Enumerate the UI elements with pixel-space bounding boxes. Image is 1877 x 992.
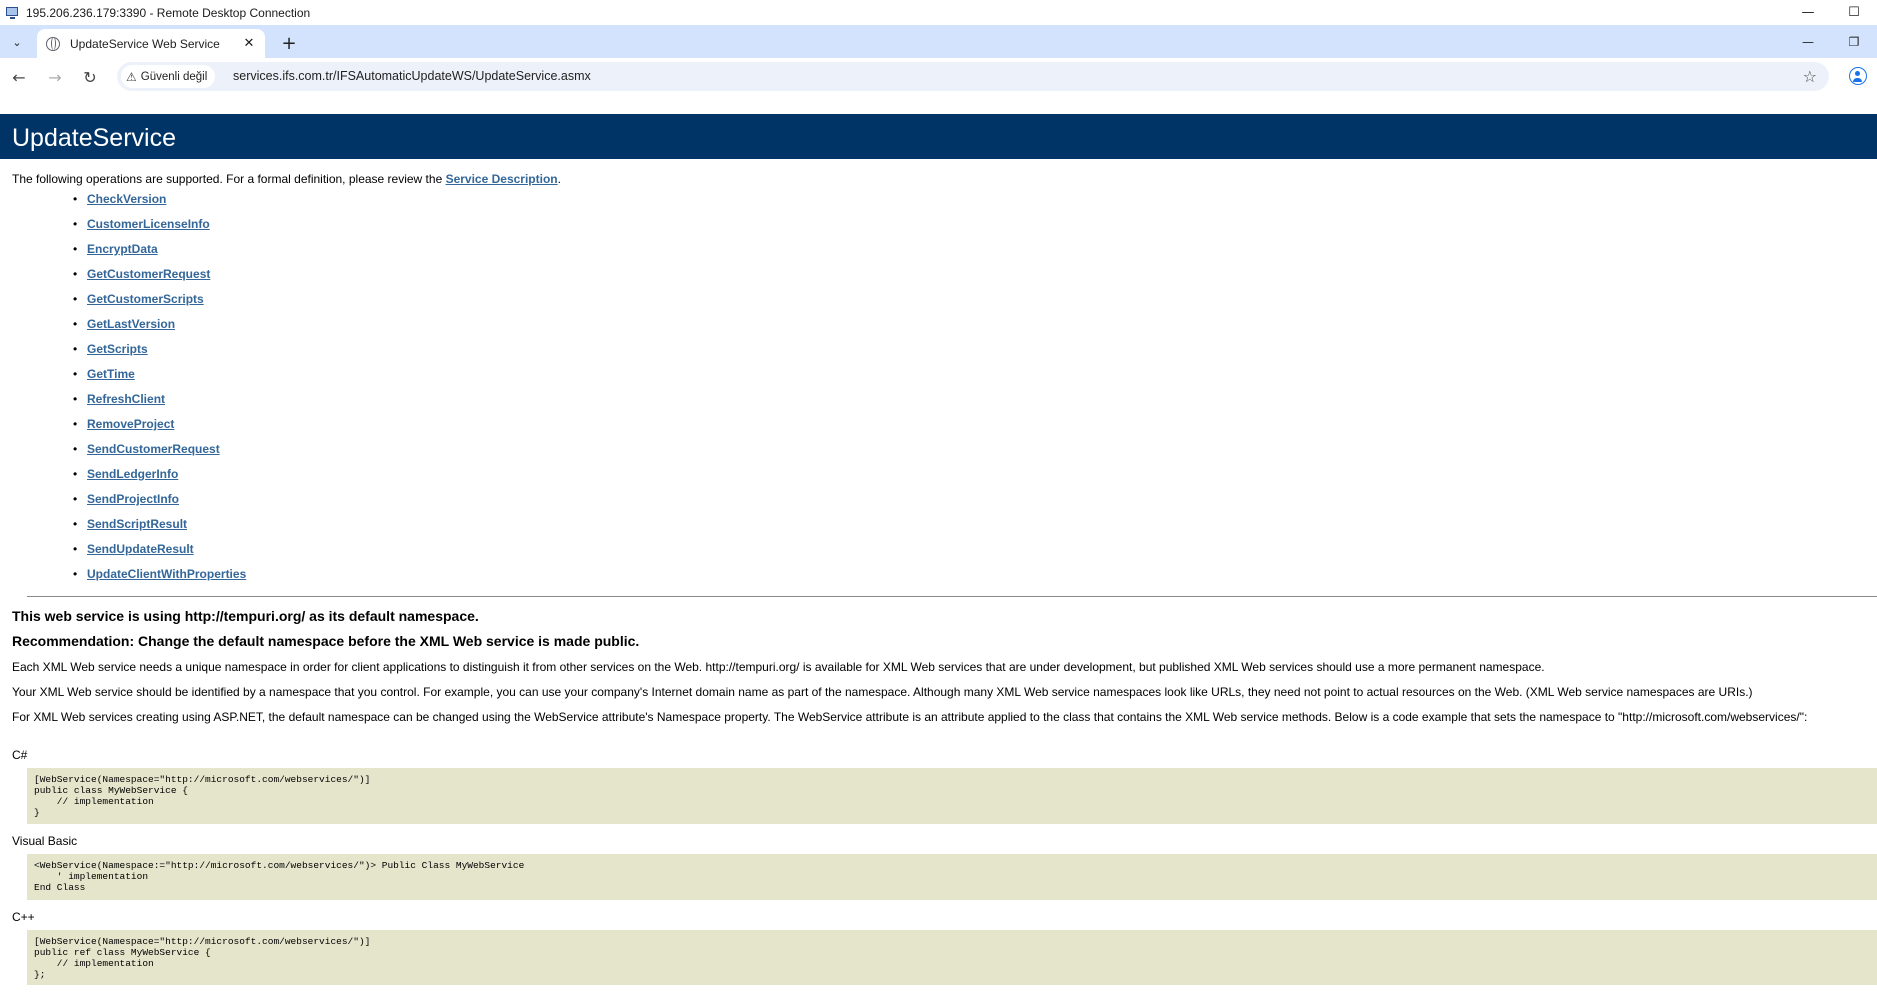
browser-tab-strip: ⌄ UpdateService Web Service ✕ + — ❐	[0, 25, 1877, 58]
operation-link[interactable]: SendUpdateResult	[87, 542, 194, 556]
code-line: [WebService(Namespace="http://microsoft.…	[34, 936, 371, 947]
code-language-label: C#	[12, 748, 28, 762]
operation-link[interactable]: SendScriptResult	[87, 517, 187, 531]
intro-text-after: .	[557, 172, 561, 186]
code-line: <WebService(Namespace:="http://microsoft…	[34, 860, 525, 871]
list-item: GetLastVersion	[73, 317, 246, 342]
browser-restore-button[interactable]: ❐	[1831, 25, 1877, 58]
list-item: SendUpdateResult	[73, 542, 246, 567]
operation-link[interactable]: RefreshClient	[87, 392, 165, 406]
page-header-bar: UpdateService	[0, 114, 1877, 159]
browser-toolbar: ← → ↻ ⚠ Güvenli değil services.ifs.com.t…	[0, 58, 1877, 95]
warning-icon: ⚠	[126, 69, 137, 84]
list-item: RefreshClient	[73, 392, 246, 417]
intro-text: The following operations are supported. …	[12, 172, 561, 186]
globe-icon	[46, 36, 60, 51]
operation-link[interactable]: SendCustomerRequest	[87, 442, 220, 456]
list-item: GetCustomerRequest	[73, 267, 246, 292]
list-item: CheckVersion	[73, 192, 246, 217]
operation-link[interactable]: CheckVersion	[87, 192, 166, 206]
rdp-window-title: 195.206.236.179:3390 - Remote Desktop Co…	[26, 5, 311, 20]
bookmark-star-icon[interactable]: ☆	[1803, 67, 1817, 86]
list-item: UpdateClientWithProperties	[73, 567, 246, 592]
namespace-paragraph-3: For XML Web services creating using ASP.…	[12, 710, 1808, 724]
browser-minimize-button[interactable]: —	[1785, 25, 1831, 58]
list-item: GetCustomerScripts	[73, 292, 246, 317]
operation-link[interactable]: EncryptData	[87, 242, 158, 256]
operation-link[interactable]: GetLastVersion	[87, 317, 175, 331]
code-sample-cpp: [WebService(Namespace="http://microsoft.…	[27, 930, 1877, 985]
code-line: public ref class MyWebService {	[34, 947, 211, 958]
operation-link[interactable]: CustomerLicenseInfo	[87, 217, 210, 231]
code-sample-visual-basic: <WebService(Namespace:="http://microsoft…	[27, 854, 1877, 900]
rdp-minimize-button[interactable]: —	[1785, 0, 1831, 25]
rdp-title-bar: 195.206.236.179:3390 - Remote Desktop Co…	[0, 0, 1877, 25]
remote-desktop-icon	[6, 6, 20, 20]
list-item: GetScripts	[73, 342, 246, 367]
new-tab-button[interactable]: +	[277, 31, 301, 55]
web-page: UpdateService The following operations a…	[0, 114, 1877, 992]
code-line: public class MyWebService {	[34, 785, 188, 796]
tab-updateservice[interactable]: UpdateService Web Service ✕	[37, 29, 265, 58]
back-arrow-icon[interactable]: ←	[5, 63, 33, 91]
list-item: SendProjectInfo	[73, 492, 246, 517]
code-line: // implementation	[34, 796, 154, 807]
tab-close-icon[interactable]: ✕	[239, 34, 259, 54]
service-description-link[interactable]: Service Description	[446, 172, 558, 186]
url-text[interactable]: services.ifs.com.tr/IFSAutomaticUpdateWS…	[233, 69, 591, 83]
code-sample-csharp: [WebService(Namespace="http://microsoft.…	[27, 768, 1877, 824]
security-chip[interactable]: ⚠ Güvenli değil	[121, 65, 216, 88]
recommendation-notice: Recommendation: Change the default names…	[12, 633, 640, 649]
namespace-paragraph-1: Each XML Web service needs a unique name…	[12, 660, 1545, 674]
list-item: EncryptData	[73, 242, 246, 267]
operations-list: CheckVersion CustomerLicenseInfo Encrypt…	[73, 192, 246, 592]
list-item: RemoveProject	[73, 417, 246, 442]
namespace-notice: This web service is using http://tempuri…	[12, 608, 479, 624]
list-item: GetTime	[73, 367, 246, 392]
code-line: };	[34, 969, 46, 980]
divider	[27, 596, 1877, 597]
operation-link[interactable]: UpdateClientWithProperties	[87, 567, 246, 581]
list-item: SendCustomerRequest	[73, 442, 246, 467]
profile-avatar-icon[interactable]	[1849, 67, 1867, 85]
reload-icon[interactable]: ↻	[76, 63, 104, 91]
list-item: SendScriptResult	[73, 517, 246, 542]
list-item: CustomerLicenseInfo	[73, 217, 246, 242]
code-line: // implementation	[34, 958, 154, 969]
code-line: End Class	[34, 882, 86, 893]
rdp-maximize-button[interactable]: ☐	[1831, 0, 1877, 25]
operation-link[interactable]: SendLedgerInfo	[87, 467, 178, 481]
operation-link[interactable]: RemoveProject	[87, 417, 174, 431]
forward-arrow-icon[interactable]: →	[41, 63, 69, 91]
operation-link[interactable]: GetTime	[87, 367, 135, 381]
code-line: ' implementation	[34, 871, 149, 882]
tab-search-chevron-icon[interactable]: ⌄	[4, 31, 30, 53]
code-language-label: Visual Basic	[12, 834, 78, 848]
intro-text-before: The following operations are supported. …	[12, 172, 446, 186]
address-bar[interactable]: ⚠ Güvenli değil services.ifs.com.tr/IFSA…	[117, 62, 1829, 91]
operation-link[interactable]: SendProjectInfo	[87, 492, 179, 506]
namespace-paragraph-2: Your XML Web service should be identifie…	[12, 685, 1753, 699]
list-item: SendLedgerInfo	[73, 467, 246, 492]
tab-title: UpdateService Web Service	[70, 36, 220, 51]
code-line: [WebService(Namespace="http://microsoft.…	[34, 774, 371, 785]
code-line: }	[34, 807, 40, 818]
operation-link[interactable]: GetScripts	[87, 342, 148, 356]
page-title: UpdateService	[12, 124, 176, 152]
code-language-label: C++	[12, 910, 35, 924]
operation-link[interactable]: GetCustomerRequest	[87, 267, 210, 281]
security-chip-label: Güvenli değil	[140, 70, 208, 83]
operation-link[interactable]: GetCustomerScripts	[87, 292, 204, 306]
